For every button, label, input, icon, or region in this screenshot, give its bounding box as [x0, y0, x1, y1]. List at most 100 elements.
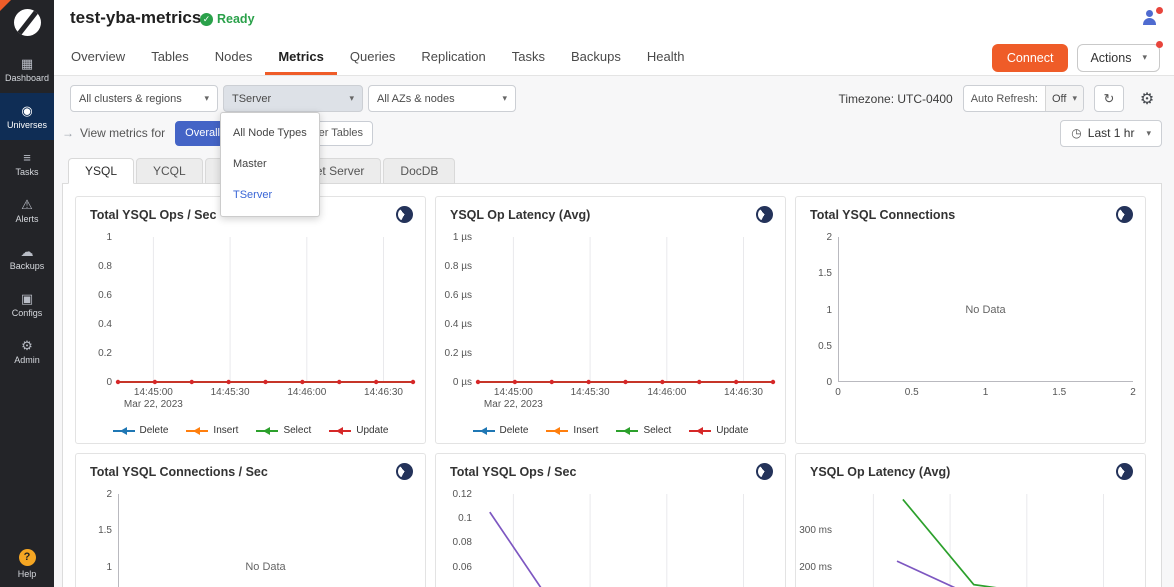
legend-line-marker	[186, 426, 208, 435]
legend-item-insert[interactable]: Insert	[546, 425, 598, 436]
tab-replication[interactable]: Replication	[408, 40, 498, 75]
chart-card-total-ysql-connections-sec-4: Total YSQL Connections / Sec21.510.50No …	[75, 453, 426, 587]
legend-label: Select	[283, 425, 311, 436]
auto-refresh-label: Auto Refresh:	[964, 93, 1045, 105]
user-menu	[1141, 9, 1158, 26]
chevron-down-icon: ▾	[502, 93, 507, 104]
x-axis-tick-label: 14:46:30	[334, 387, 427, 399]
legend-item-select[interactable]: Select	[616, 425, 671, 436]
node-type-option-master[interactable]: Master	[221, 149, 319, 180]
node-type-option-all-node-types[interactable]: All Node Types	[221, 118, 319, 149]
legend-label: Select	[643, 425, 671, 436]
cluster-region-value: All clusters & regions	[79, 93, 182, 105]
sidebar-item-label: Tasks	[15, 167, 38, 177]
sidebar-item-dashboard[interactable]: ▦Dashboard	[0, 46, 54, 93]
timezone-label: Timezone: UTC-0400	[838, 92, 952, 106]
user-icon[interactable]	[1141, 9, 1158, 26]
legend-label: Delete	[500, 425, 529, 436]
filter-bar-right: Timezone: UTC-0400 Auto Refresh: Off ▾ ↻…	[838, 85, 1160, 112]
y-axis-tick-label: 0.5	[798, 341, 832, 352]
legend-label: Update	[356, 425, 388, 436]
no-data-label: No Data	[245, 561, 285, 573]
auto-refresh-control[interactable]: Auto Refresh: Off ▾	[963, 85, 1084, 112]
chart-options-icon[interactable]	[756, 463, 773, 480]
chart-card-total-ysql-ops-sec-1: Total YSQL Ops / Sec10.80.60.40.2014:45:…	[75, 196, 426, 444]
metric-tab-docdb[interactable]: DocDB	[383, 158, 455, 184]
tab-overview[interactable]: Overview	[58, 40, 138, 75]
y-axis-tick-label: 0.6	[78, 290, 112, 301]
sidebar-item-configs[interactable]: ▣Configs	[0, 281, 54, 328]
chart-options-icon[interactable]	[1116, 463, 1133, 480]
chart-plot-area	[118, 237, 413, 382]
chart-header: Total YSQL Connections	[796, 197, 1145, 223]
chart-options-icon[interactable]	[396, 463, 413, 480]
metric-tab-ycql[interactable]: YCQL	[136, 158, 203, 184]
node-type-option-tserver[interactable]: TServer	[221, 180, 319, 211]
sidebar-item-label: Backups	[10, 261, 45, 271]
chart-title: Total YSQL Connections / Sec	[90, 465, 268, 479]
legend-item-insert[interactable]: Insert	[186, 425, 238, 436]
universe-status-text: Ready	[217, 12, 255, 26]
legend-item-select[interactable]: Select	[256, 425, 311, 436]
chart-plot-area	[838, 494, 1133, 587]
actions-button[interactable]: Actions ▾	[1077, 44, 1160, 72]
sidebar-help-label: Help	[18, 569, 37, 579]
y-axis-tick-label: 1	[78, 232, 112, 243]
legend-item-delete[interactable]: Delete	[113, 425, 169, 436]
chart-title: Total YSQL Ops / Sec	[90, 208, 216, 222]
clock-icon: ◷	[1071, 126, 1081, 140]
x-axis-tick-label: 14:46:30	[694, 387, 787, 399]
legend-label: Delete	[140, 425, 169, 436]
alerts-icon: ⚠	[21, 198, 33, 211]
chart-card-total-ysql-connections-3: Total YSQL Connections21.510.50No Data00…	[795, 196, 1146, 444]
tab-tasks[interactable]: Tasks	[499, 40, 558, 75]
legend-item-delete[interactable]: Delete	[473, 425, 529, 436]
tab-metrics[interactable]: Metrics	[265, 40, 337, 75]
tab-queries[interactable]: Queries	[337, 40, 409, 75]
charts-grid: Total YSQL Ops / Sec10.80.60.40.2014:45:…	[63, 184, 1161, 587]
chart-options-icon[interactable]	[756, 206, 773, 223]
sidebar-item-help[interactable]: ? Help	[0, 549, 54, 579]
legend-line-marker	[329, 426, 351, 435]
main-area: test-yba-metrics ✓ Ready OverviewTablesN…	[54, 0, 1174, 587]
auto-refresh-value[interactable]: Off ▾	[1045, 86, 1083, 111]
legend-line-marker	[256, 426, 278, 435]
chart-options-icon[interactable]	[396, 206, 413, 223]
legend-item-update[interactable]: Update	[689, 425, 748, 436]
refresh-button[interactable]: ↻	[1094, 85, 1124, 112]
yugabyte-logo[interactable]	[0, 0, 54, 46]
az-node-select[interactable]: All AZs & nodes ▾	[368, 85, 516, 112]
chart-plot-area	[478, 237, 773, 382]
sidebar: ▦Dashboard◉Universes≡Tasks⚠Alerts☁Backup…	[0, 0, 54, 587]
tab-health[interactable]: Health	[634, 40, 698, 75]
chevron-down-icon: ▾	[1142, 52, 1147, 63]
chart-title: Total YSQL Connections	[810, 208, 955, 222]
connect-button[interactable]: Connect	[992, 44, 1069, 72]
legend-item-update[interactable]: Update	[329, 425, 388, 436]
sidebar-item-universes[interactable]: ◉Universes	[0, 93, 54, 140]
y-axis-tick-label: 1.5	[78, 525, 112, 536]
chart-plot-area: No Data	[838, 237, 1133, 382]
y-axis-tick-label: 300 ms	[798, 525, 832, 536]
configs-icon: ▣	[21, 292, 33, 305]
tab-backups[interactable]: Backups	[558, 40, 634, 75]
sidebar-item-tasks[interactable]: ≡Tasks	[0, 140, 54, 187]
chevron-down-icon: ▾	[349, 93, 354, 104]
metric-tab-ysql[interactable]: YSQL	[68, 158, 134, 184]
tab-tables[interactable]: Tables	[138, 40, 202, 75]
cluster-region-select[interactable]: All clusters & regions ▾	[70, 85, 218, 112]
chart-options-icon[interactable]	[1116, 206, 1133, 223]
chart-card-ysql-op-latency-avg-6: YSQL Op Latency (Avg)300 ms200 ms100 ms	[795, 453, 1146, 587]
node-type-select[interactable]: TServer ▾	[223, 85, 363, 112]
universe-tabs: OverviewTablesNodesMetricsQueriesReplica…	[58, 40, 697, 75]
sidebar-item-backups[interactable]: ☁Backups	[0, 234, 54, 281]
time-range-select[interactable]: ◷ Last 1 hr ▾	[1060, 120, 1162, 147]
chart-header: YSQL Op Latency (Avg)	[436, 197, 785, 223]
legend-line-marker	[473, 426, 495, 435]
settings-gear-button[interactable]: ⚙	[1134, 85, 1160, 112]
tab-nodes[interactable]: Nodes	[202, 40, 266, 75]
no-data-label: No Data	[965, 304, 1005, 316]
sidebar-item-alerts[interactable]: ⚠Alerts	[0, 187, 54, 234]
sidebar-item-admin[interactable]: ⚙Admin	[0, 328, 54, 375]
chevron-down-icon: ▾	[1072, 93, 1077, 104]
